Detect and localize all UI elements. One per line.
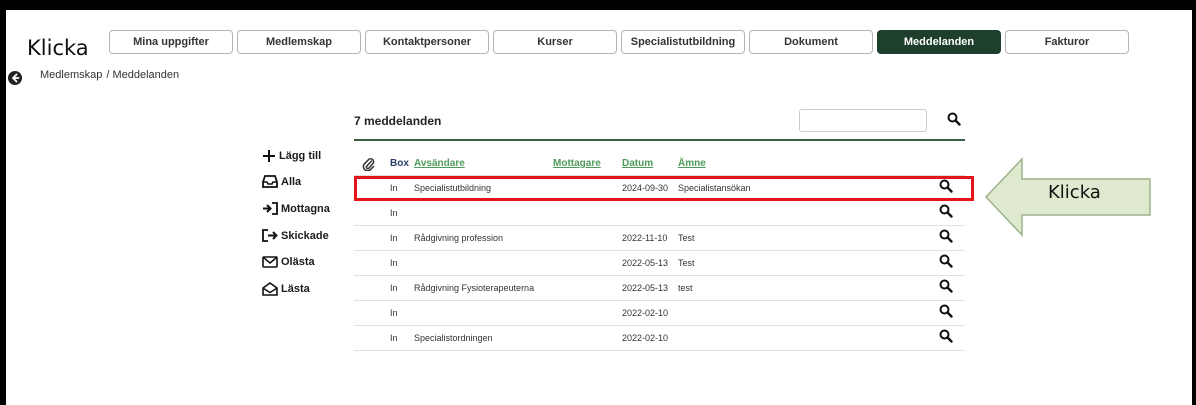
cell-box: In bbox=[390, 233, 398, 243]
cell-box: In bbox=[390, 258, 398, 268]
cell-box: In bbox=[390, 283, 398, 293]
view-message-search-icon[interactable] bbox=[939, 179, 953, 198]
column-recipient[interactable]: Mottagare bbox=[553, 158, 601, 169]
cell-sender: Specialistutbildning bbox=[414, 183, 492, 193]
message-count-title: 7 meddelanden bbox=[354, 114, 442, 128]
cell-date: 2022-05-13 bbox=[622, 283, 669, 293]
tab-kurser[interactable]: Kurser bbox=[493, 30, 617, 54]
plus-icon bbox=[263, 150, 275, 162]
cell-box: In bbox=[390, 208, 398, 218]
sign-out-icon bbox=[262, 229, 278, 242]
cell-date: 2022-05-13 bbox=[622, 258, 669, 268]
breadcrumb-parent[interactable]: Medlemskap bbox=[40, 69, 102, 81]
column-date[interactable]: Datum bbox=[622, 158, 653, 169]
cell-box: In bbox=[390, 308, 398, 318]
annotation-arrow-label: Klicka bbox=[1048, 182, 1101, 203]
cell-subject: Specialistansökan bbox=[678, 183, 751, 193]
table-row[interactable]: In Specialistutbildning 2024-09-30 Speci… bbox=[354, 176, 965, 201]
cell-date: 2024-09-30 bbox=[622, 183, 669, 193]
cell-sender: Specialistordningen bbox=[414, 333, 493, 343]
message-table-header: Box Avsändare Mottagare Datum Ämne bbox=[354, 154, 965, 176]
table-row[interactable]: In 2022-02-10 bbox=[354, 301, 965, 326]
search-icon[interactable] bbox=[947, 112, 961, 131]
inbox-tray-icon bbox=[262, 175, 278, 188]
filter-unread-button[interactable]: Olästa bbox=[262, 256, 315, 268]
table-row[interactable]: In bbox=[354, 201, 965, 226]
breadcrumb: Medlemskap / Meddelanden bbox=[40, 69, 179, 81]
tab-kontaktpersoner[interactable]: Kontaktpersoner bbox=[365, 30, 489, 54]
message-search-input[interactable] bbox=[799, 109, 927, 132]
annotation-click-label: Klicka bbox=[27, 36, 89, 60]
table-row[interactable]: In 2022-05-13 Test bbox=[354, 251, 965, 276]
cell-subject: test bbox=[678, 283, 693, 293]
tab-mina-uppgifter[interactable]: Mina uppgifter bbox=[109, 30, 233, 54]
envelope-closed-icon bbox=[262, 256, 278, 268]
back-arrow-icon[interactable] bbox=[8, 71, 22, 85]
sign-in-icon bbox=[263, 202, 278, 215]
tab-meddelanden[interactable]: Meddelanden bbox=[877, 30, 1001, 54]
column-subject[interactable]: Ämne bbox=[678, 158, 706, 169]
cell-sender: Rådgivning Fysioterapeuterna bbox=[414, 283, 535, 293]
envelope-open-icon bbox=[262, 282, 278, 296]
tab-specialistutbildning[interactable]: Specialistutbildning bbox=[621, 30, 745, 54]
view-message-search-icon[interactable] bbox=[939, 329, 953, 348]
filter-sent-button[interactable]: Skickade bbox=[262, 229, 329, 242]
column-box: Box bbox=[390, 158, 409, 169]
cell-box: In bbox=[390, 333, 398, 343]
tab-fakturor[interactable]: Fakturor bbox=[1005, 30, 1129, 54]
breadcrumb-current: / Meddelanden bbox=[106, 69, 180, 81]
tab-medlemskap[interactable]: Medlemskap bbox=[237, 30, 361, 54]
cell-date: 2022-02-10 bbox=[622, 308, 669, 318]
filter-inbox-button[interactable]: Mottagna bbox=[262, 202, 330, 215]
view-message-search-icon[interactable] bbox=[939, 229, 953, 248]
view-message-search-icon[interactable] bbox=[939, 279, 953, 298]
table-row[interactable]: In Rådgivning Fysioterapeuterna 2022-05-… bbox=[354, 276, 965, 301]
cell-subject: Test bbox=[678, 258, 695, 268]
title-divider bbox=[354, 139, 965, 141]
table-row[interactable]: In Rådgivning profession 2022-11-10 Test bbox=[354, 226, 965, 251]
filter-read-button[interactable]: Lästa bbox=[262, 282, 310, 296]
paperclip-icon bbox=[362, 157, 375, 174]
cell-box: In bbox=[390, 183, 398, 193]
cell-subject: Test bbox=[678, 233, 695, 243]
table-row[interactable]: In Specialistordningen 2022-02-10 bbox=[354, 326, 965, 351]
column-sender[interactable]: Avsändare bbox=[414, 158, 465, 169]
tab-dokument[interactable]: Dokument bbox=[749, 30, 873, 54]
cell-date: 2022-11-10 bbox=[622, 233, 668, 243]
filter-all-button[interactable]: Alla bbox=[262, 175, 301, 188]
cell-sender: Rådgivning profession bbox=[414, 233, 504, 243]
cell-date: 2022-02-10 bbox=[622, 333, 669, 343]
view-message-search-icon[interactable] bbox=[939, 304, 953, 323]
view-message-search-icon[interactable] bbox=[939, 204, 953, 223]
add-message-button[interactable]: Lägg till bbox=[262, 149, 321, 163]
view-message-search-icon[interactable] bbox=[939, 254, 953, 273]
